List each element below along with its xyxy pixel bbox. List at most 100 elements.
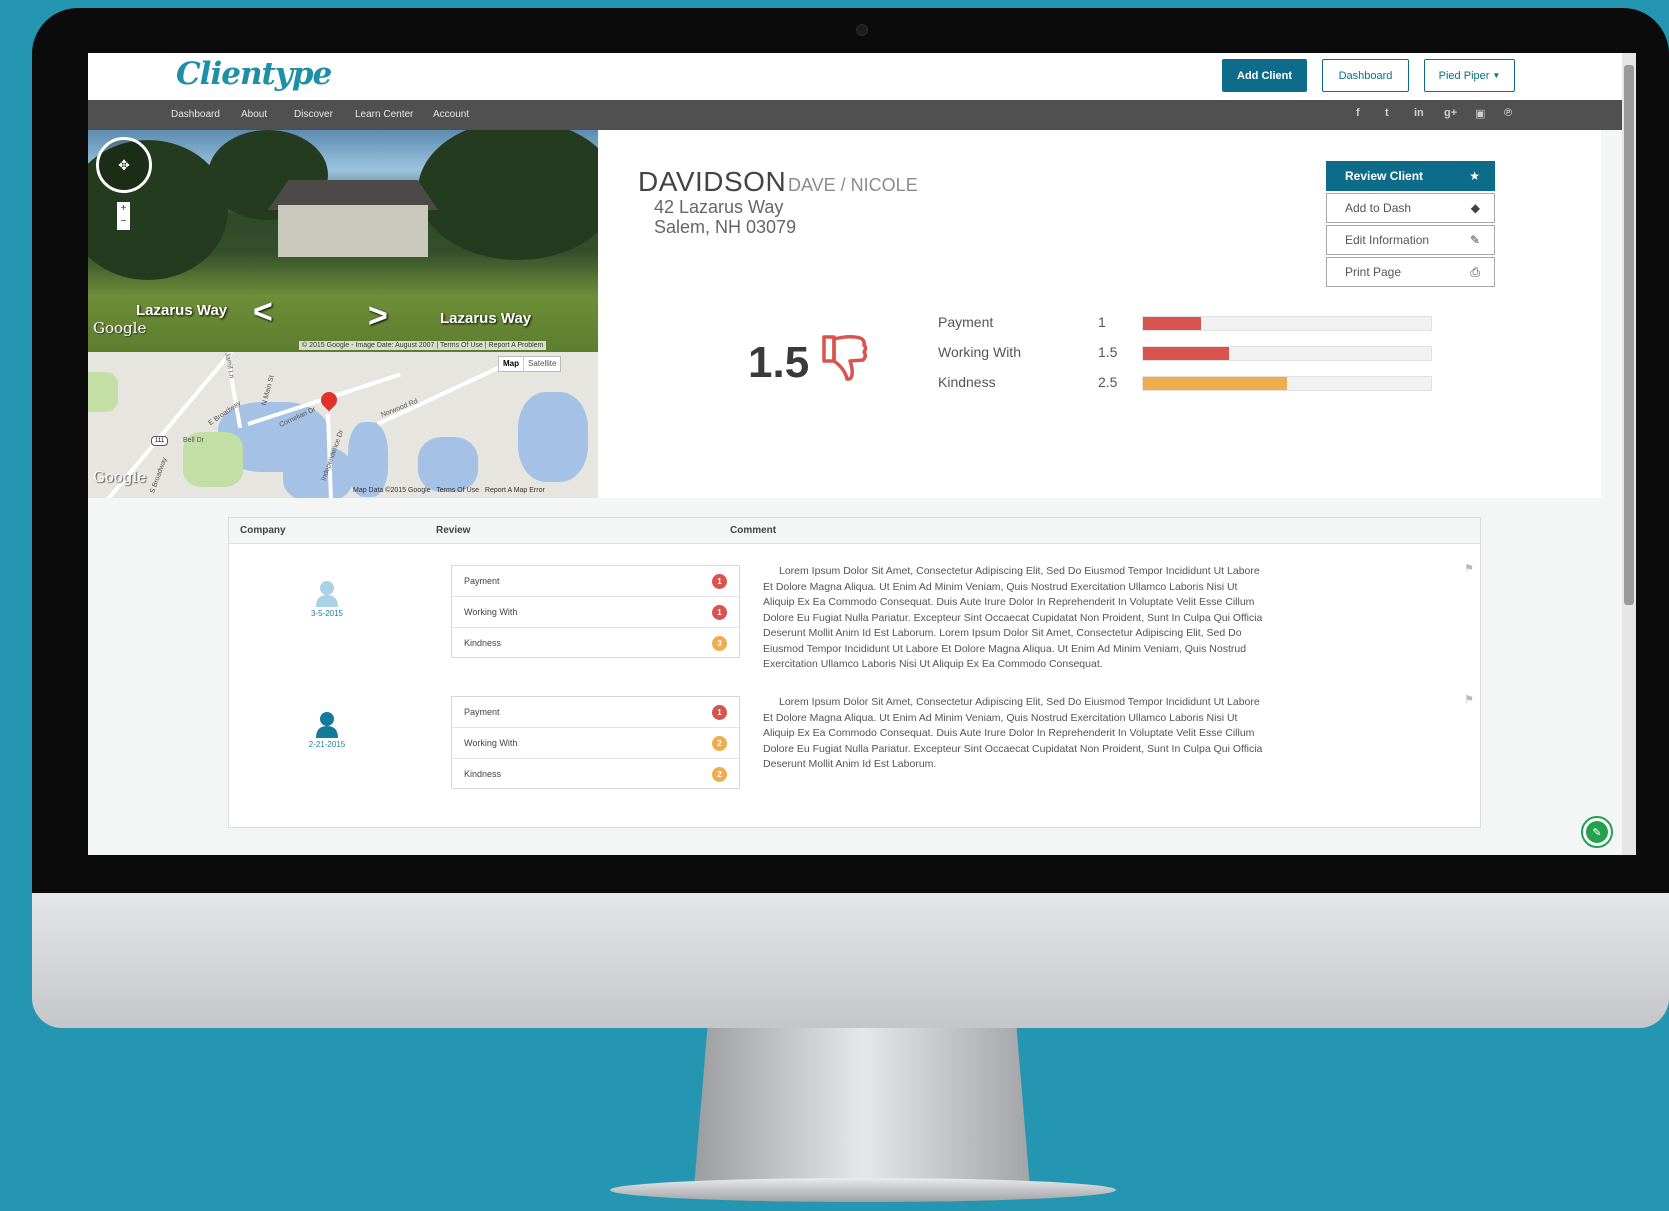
map-credit-text: Map Data ©2015 Google [353,487,431,494]
map-report-link[interactable]: Report A Map Error [485,487,545,494]
nav-item-dashboard[interactable]: Dashboard [171,109,220,120]
review-score-label: Payment [464,576,500,586]
nav-item-account[interactable]: Account [433,109,469,120]
add-to-dash-button[interactable]: Add to Dash ◆ [1326,193,1495,223]
edit-icon: ✎ [1469,233,1480,247]
flag-icon[interactable]: ⚑ [1464,693,1474,706]
streetview-terms-link[interactable]: Terms Of Use [440,342,483,349]
review-score-badge: 1 [712,574,727,589]
reviews-table-header: Company Review Comment [229,518,1480,544]
map-view[interactable]: Jamil Ln N Main St E Broadway Cornelian … [88,352,598,498]
review-score-row: Kindness 2 [452,759,739,790]
add-client-button[interactable]: Add Client [1222,59,1307,92]
edit-information-label: Edit Information [1345,233,1430,247]
pencil-icon: ✎ [1586,821,1608,843]
facebook-icon[interactable]: f [1356,107,1360,119]
camera-icon [856,24,868,36]
review-score-badge: 1 [712,605,727,620]
print-page-label: Print Page [1345,265,1402,279]
rating-bar-track [1142,316,1432,331]
review-score-row: Payment 1 [452,566,739,597]
add-to-dash-label: Add to Dash [1345,201,1412,215]
column-header-company: Company [240,525,286,536]
review-score-label: Working With [464,607,518,617]
streetview-credit: © 2015 Google - Image Date: August 2007 … [299,341,547,350]
rating-bar-track [1142,346,1432,361]
account-dropdown[interactable]: Pied Piper ▼ [1424,59,1515,92]
print-page-button[interactable]: Print Page ⎙ [1326,257,1495,287]
rating-value: 2.5 [1098,374,1118,390]
star-icon: ★ [1469,169,1480,183]
water-shape [283,447,353,498]
app-logo[interactable]: Clientype [176,56,332,92]
google-logo: Google [93,468,147,486]
streetview-report-link[interactable]: Report A Problem [489,342,544,349]
review-date[interactable]: 2-21-2015 [287,740,367,749]
review-score-badge: 2 [712,767,727,782]
floating-edit-button[interactable]: ✎ [1581,816,1613,848]
water-shape [518,392,588,482]
flag-icon[interactable]: ⚑ [1464,562,1474,575]
youtube-icon[interactable]: ▣ [1475,107,1485,120]
rating-value: 1.5 [1098,344,1118,360]
street-label-left: Lazarus Way [136,302,228,319]
account-dropdown-label: Pied Piper [1438,69,1490,82]
street-label-right: Lazarus Way [440,310,532,327]
review-scores-box: Payment 1 Working With 1 Kindness 3 [451,565,740,658]
pan-left-arrow-icon[interactable]: < [253,293,273,332]
company-avatar-icon[interactable] [315,711,339,739]
tree-shape [418,130,598,260]
review-score-label: Working With [464,738,518,748]
map-type-control: Map Satellite [498,356,562,372]
client-info-panel: DAVIDSON DAVE / NICOLE 42 Lazarus Way Sa… [598,130,1601,498]
client-first-names: DAVE / NICOLE [788,175,918,195]
map-terms-link[interactable]: Terms Of Use [436,487,479,494]
street-view-panorama[interactable]: ✥ + − Lazarus Way < > Lazarus Way Google … [88,130,598,352]
review-score-row: Working With 2 [452,728,739,759]
rating-bar-fill [1143,347,1230,360]
google-plus-icon[interactable]: g+ [1444,107,1457,119]
review-comment: Lorem Ipsum Dolor Sit Amet, Consectetur … [763,696,1263,770]
top-bar: Clientype Add Client Dashboard Pied Pipe… [88,53,1622,100]
printer-icon: ⎙ [1470,265,1480,279]
review-score-label: Kindness [464,769,502,779]
pan-right-arrow-icon[interactable]: > [368,297,388,336]
tag-icon: ◆ [1470,201,1480,215]
review-score-badge: 2 [712,736,727,751]
monitor-stand [694,1028,1030,1188]
nav-item-learn-center[interactable]: Learn Center [355,109,413,120]
review-date[interactable]: 3-5-2015 [287,609,367,618]
review-score-row: Kindness 3 [452,628,739,659]
zoom-control[interactable]: + − [117,202,130,230]
review-score-row: Payment 1 [452,697,739,728]
review-score-badge: 3 [712,636,727,651]
twitter-icon[interactable]: t [1385,107,1389,119]
review-client-button[interactable]: Review Client ★ [1326,161,1495,191]
overall-score: 1.5 [748,338,810,387]
column-header-review: Review [436,525,471,536]
streetview-credit-text: © 2015 Google - Image Date: August 2007 [302,342,435,349]
map-type-map-button[interactable]: Map [499,357,524,371]
nav-item-discover[interactable]: Discover [294,109,333,120]
google-logo: Google [93,319,147,337]
road-label: Bell Dr [183,437,205,444]
linkedin-icon[interactable]: in [1414,107,1424,119]
rating-label: Payment [938,314,994,330]
company-avatar-icon[interactable] [315,580,339,608]
screen: Clientype Add Client Dashboard Pied Pipe… [88,53,1636,855]
scrollbar-thumb[interactable] [1624,65,1634,605]
review-score-badge: 1 [712,705,727,720]
edit-information-button[interactable]: Edit Information ✎ [1326,225,1495,255]
rating-value: 1 [1098,314,1106,330]
monitor-chin [32,893,1669,1028]
compass-control-icon[interactable]: ✥ [96,137,152,193]
nav-bar: Dashboard About Discover Learn Center Ac… [88,100,1622,130]
pinterest-icon[interactable]: ℗ [1504,107,1512,119]
road-label: Jamil Ln [223,352,235,379]
nav-item-about[interactable]: About [241,109,267,120]
client-address-line1: 42 Lazarus Way [654,197,784,217]
map-type-satellite-button[interactable]: Satellite [524,357,560,371]
map-credit: Map Data ©2015 Google Terms Of Use Repor… [350,486,548,495]
dashboard-button[interactable]: Dashboard [1322,59,1409,92]
house-shape [278,205,428,257]
